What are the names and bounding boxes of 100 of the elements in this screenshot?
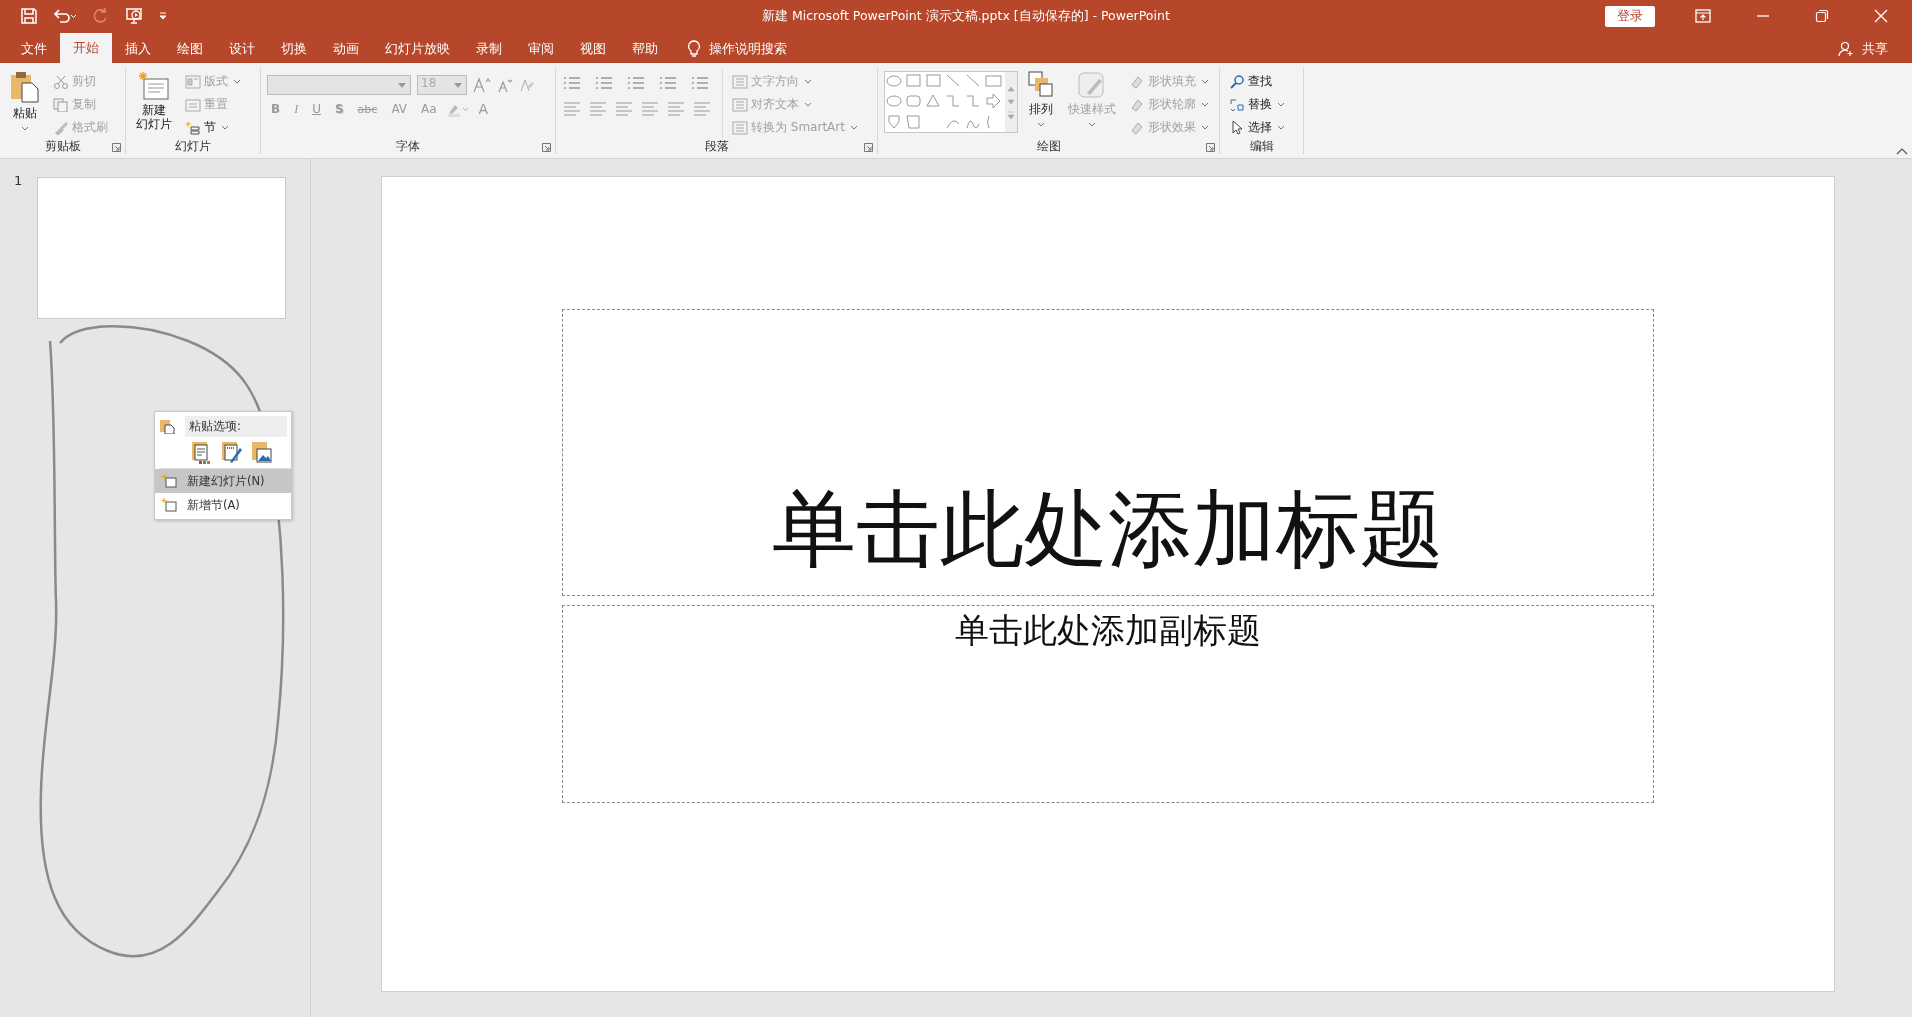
slide-canvas[interactable]: 单击此处添加标题 单击此处添加副标题 — [381, 176, 1835, 992]
justify-icon[interactable] — [640, 101, 660, 117]
shapes-gallery[interactable] — [884, 71, 1018, 133]
clear-formatting-icon[interactable] — [519, 77, 535, 93]
paste-button[interactable]: 粘贴 — [6, 69, 44, 138]
caret-icon — [1277, 125, 1285, 130]
ribbon-tab[interactable]: 动画 — [320, 35, 372, 63]
subtitle-placeholder[interactable]: 单击此处添加副标题 — [562, 605, 1654, 803]
restore-icon[interactable] — [1815, 9, 1829, 23]
caret-icon — [1277, 102, 1285, 107]
paste-options-label: 粘贴选项: — [185, 415, 287, 437]
section-icon — [161, 498, 177, 512]
format-painter-icon — [53, 120, 69, 135]
caret-icon — [849, 125, 858, 130]
collapse-ribbon-icon[interactable] — [1896, 147, 1908, 155]
group-label: 编辑 — [1249, 137, 1274, 155]
dropdown-icon[interactable] — [454, 83, 462, 88]
editing-button[interactable]: 替换 — [1226, 94, 1290, 115]
text-direction-icon — [732, 74, 748, 89]
scissors-icon — [53, 74, 69, 89]
ribbon-tab[interactable]: 幻灯片放映 — [372, 35, 463, 63]
ribbon-tab[interactable]: 录制 — [463, 35, 515, 63]
sign-in-button[interactable]: 登录 — [1605, 5, 1655, 27]
grow-font-icon[interactable] — [473, 77, 491, 93]
center-icon[interactable] — [588, 101, 608, 117]
caret-icon — [1201, 102, 1209, 107]
dialog-launcher-icon[interactable] — [864, 143, 873, 152]
close-icon[interactable] — [1874, 9, 1888, 23]
shrink-font-icon[interactable] — [497, 77, 513, 93]
customize-caret-icon[interactable] — [158, 11, 168, 21]
cursor-icon — [1229, 120, 1245, 135]
font-name-field[interactable] — [267, 75, 411, 95]
slideshow-icon[interactable] — [124, 7, 144, 25]
ribbon-tab[interactable]: 插入 — [112, 35, 164, 63]
tell-me-search[interactable]: 操作说明搜索 — [671, 35, 797, 63]
align-right-icon[interactable] — [614, 101, 634, 117]
shapes-drawing[interactable] — [885, 72, 1005, 130]
ribbon-display-icon[interactable] — [1695, 9, 1711, 23]
paste-picture-icon[interactable] — [251, 440, 273, 464]
window-title: 新建 Microsoft PowerPoint 演示文稿.pptx [自动保存的] - PowerPoint — [762, 8, 1170, 25]
ribbon-tab[interactable]: 开始 — [60, 33, 112, 63]
share-button[interactable]: 共享 — [1822, 35, 1912, 63]
editing-button[interactable]: 选择 — [1226, 117, 1290, 138]
new-slide-icon — [161, 474, 177, 488]
font-format-button[interactable]: abc — [353, 102, 382, 116]
title-placeholder[interactable]: 单击此处添加标题 — [562, 309, 1654, 596]
caret-icon — [1201, 79, 1209, 84]
caret-icon — [21, 126, 29, 131]
align-left-icon[interactable] — [562, 101, 582, 117]
group-label: 绘图 — [1036, 137, 1061, 155]
dropdown-icon[interactable] — [398, 83, 406, 88]
dialog-launcher-icon[interactable] — [112, 143, 121, 152]
eraser-icon — [1129, 120, 1145, 135]
caret-icon — [804, 102, 812, 107]
caret-icon — [221, 125, 229, 130]
group-label: 幻灯片 — [175, 137, 211, 155]
align-menu-icon[interactable] — [692, 101, 712, 117]
search-icon — [1229, 74, 1245, 89]
copy-icon — [53, 97, 69, 112]
caret-icon — [1037, 122, 1045, 127]
ribbon-tab[interactable]: 绘图 — [164, 35, 216, 63]
ribbon-tab[interactable]: 帮助 — [619, 35, 671, 63]
save-icon[interactable] — [20, 7, 38, 25]
dialog-launcher-icon[interactable] — [1206, 143, 1215, 152]
group-label: 剪贴板 — [44, 137, 81, 155]
paste-brush-icon[interactable] — [221, 440, 243, 464]
group-label: 字体 — [396, 137, 420, 155]
ribbon-tab[interactable]: 切换 — [268, 35, 320, 63]
ribbon-tab[interactable]: 文件 — [8, 35, 60, 63]
dialog-launcher-icon[interactable] — [542, 143, 551, 152]
menu-item[interactable]: 新建幻灯片(N) — [155, 469, 291, 493]
lightbulb-icon — [687, 40, 701, 58]
columns-icon[interactable] — [666, 101, 686, 117]
caret-icon — [233, 79, 241, 84]
align-text-icon — [732, 97, 748, 112]
caret-icon — [804, 79, 812, 84]
undo-icon[interactable] — [52, 7, 78, 25]
new-slide-icon — [138, 71, 170, 101]
new-slide-button[interactable]: 新建 幻灯片 — [132, 69, 176, 138]
caret-icon — [1088, 122, 1096, 127]
person-add-icon — [1838, 41, 1854, 57]
arrange-icon — [1028, 71, 1054, 99]
editing-button[interactable]: 查找 — [1226, 71, 1290, 92]
reset-icon — [185, 97, 201, 112]
ribbon-tab[interactable]: 视图 — [567, 35, 619, 63]
ribbon-tab[interactable]: 审阅 — [515, 35, 567, 63]
menu-item[interactable]: 新增节(A) — [155, 493, 291, 517]
replace-icon — [1229, 97, 1245, 112]
arrange-button[interactable]: 排列 — [1024, 69, 1058, 138]
redo-icon[interactable] — [92, 7, 110, 25]
ribbon-tab[interactable]: 设计 — [216, 35, 268, 63]
caret-icon — [1201, 125, 1209, 130]
slides-button[interactable]: 节 — [182, 117, 246, 138]
layout-icon — [185, 74, 201, 89]
slide-number: 1 — [14, 173, 23, 188]
clipboard-icon — [10, 71, 40, 103]
group-label: 段落 — [704, 137, 729, 155]
slide-thumbnail[interactable] — [37, 177, 286, 319]
paste-keep-text-icon[interactable] — [191, 440, 213, 464]
clipboard-icon — [159, 418, 175, 434]
